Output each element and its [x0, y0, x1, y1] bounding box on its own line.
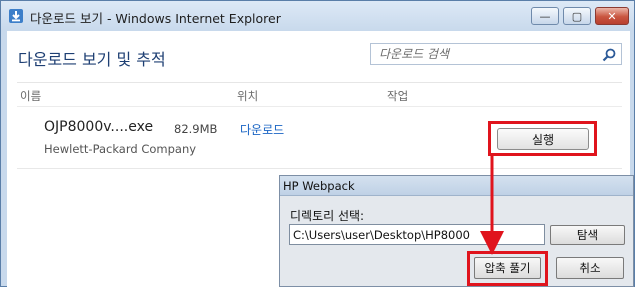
run-button[interactable]: 실행 [497, 128, 589, 150]
download-manager-icon [8, 8, 24, 24]
minimize-button[interactable]: — [531, 7, 559, 25]
close-button[interactable]: ✕ [595, 7, 629, 25]
close-icon: ✕ [607, 9, 617, 23]
window-title: 다운로드 보기 - Windows Internet Explorer [30, 11, 281, 26]
directory-path-input[interactable] [289, 224, 545, 245]
search-box[interactable] [370, 43, 622, 65]
file-size: 82.9MB [174, 122, 218, 136]
cancel-button[interactable]: 취소 [556, 257, 624, 279]
header-divider [17, 82, 622, 83]
page-title: 다운로드 보기 및 추적 [18, 50, 166, 69]
search-icon[interactable] [602, 47, 616, 62]
minimize-icon: — [539, 9, 551, 23]
row-divider [17, 168, 622, 169]
dialog-title-bar[interactable]: HP Webpack [280, 176, 633, 196]
file-publisher: Hewlett-Packard Company [44, 142, 197, 156]
title-bar[interactable]: 다운로드 보기 - Windows Internet Explorer — ▢ … [1, 1, 635, 31]
file-name: OJP8000v....exe [44, 119, 154, 135]
location-link[interactable]: 다운로드 [240, 121, 284, 138]
maximize-button[interactable]: ▢ [563, 7, 591, 25]
column-header-location[interactable]: 위치 [237, 88, 258, 104]
column-header-name[interactable]: 이름 [20, 88, 41, 104]
directory-label: 디렉토리 선택: [290, 209, 365, 223]
search-input[interactable] [371, 44, 591, 64]
column-divider [17, 106, 622, 107]
maximize-icon: ▢ [571, 9, 583, 23]
hp-webpack-dialog: HP Webpack 디렉토리 선택: 탐색 압축 풀기 취소 [279, 175, 634, 287]
browse-button[interactable]: 탐색 [550, 225, 625, 245]
dialog-title: HP Webpack [283, 179, 355, 193]
column-header-action[interactable]: 작업 [387, 88, 408, 104]
extract-button[interactable]: 압축 풀기 [474, 257, 541, 279]
